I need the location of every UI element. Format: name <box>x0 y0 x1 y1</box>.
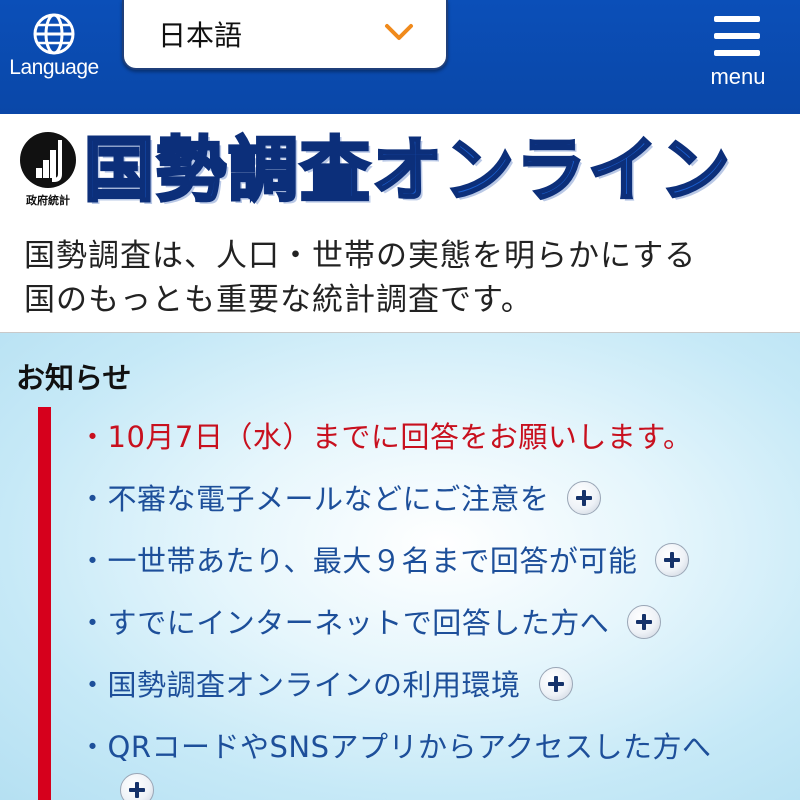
news-heading: お知らせ <box>16 361 132 395</box>
description-text: 国勢調査は、人口・世帯の実態を明らかにする 国のもっとも重要な統計調査です。 <box>24 234 784 322</box>
language-selected-value: 日本語 <box>158 19 243 52</box>
menu-label: menu <box>710 64 766 89</box>
description-line-1: 国勢調査は、人口・世帯の実態を明らかにする <box>24 238 697 274</box>
top-bar: Language 日本語 menu <box>0 0 800 114</box>
expand-plus-icon[interactable] <box>120 773 154 800</box>
language-button[interactable]: Language <box>0 0 108 114</box>
expand-plus-icon[interactable] <box>655 543 690 577</box>
news-item-text: ・10月7日（水）までに回答をお願いします。 <box>78 420 693 454</box>
language-label: Language <box>9 56 99 79</box>
government-statistics-label: 政府統計 <box>26 194 70 207</box>
site-description: 国勢調査は、人口・世帯の実態を明らかにする 国のもっとも重要な統計調査です。 <box>0 224 800 333</box>
expand-plus-icon[interactable] <box>627 605 662 639</box>
expand-plus-icon[interactable] <box>567 481 602 515</box>
news-item-text: ・不審な電子メールなどにご注意を <box>78 482 550 516</box>
news-item-environment[interactable]: ・国勢調査オンラインの利用環境 <box>78 665 573 705</box>
description-line-2: 国のもっとも重要な統計調査です。 <box>24 282 533 318</box>
language-select[interactable]: 日本語 <box>122 0 448 70</box>
hamburger-icon <box>714 16 760 67</box>
chevron-down-icon <box>385 24 413 40</box>
site-title: 国勢調査オンライン <box>83 128 732 213</box>
news-accent-bar <box>38 407 51 800</box>
news-item-text: ・すでにインターネットで回答した方へ <box>78 606 610 640</box>
news-section: お知らせ ・10月7日（水）までに回答をお願いします。 ・不審な電子メールなどに… <box>0 333 800 800</box>
news-item-text: ・国勢調査オンラインの利用環境 <box>78 668 521 702</box>
news-item-suspicious-email[interactable]: ・不審な電子メールなどにご注意を <box>78 479 602 519</box>
news-item-qr-sns[interactable]: ・QRコードやSNSアプリからアクセスした方へ <box>78 727 712 767</box>
news-item-text: ・一世帯あたり、最大９名まで回答が可能 <box>78 544 638 578</box>
menu-button[interactable]: menu <box>698 10 778 100</box>
logo-band: 政府統計 国勢調査オンライン <box>0 114 800 224</box>
news-item-deadline[interactable]: ・10月7日（水）までに回答をお願いします。 <box>78 417 692 457</box>
government-statistics-icon <box>20 132 76 188</box>
news-item-household-limit[interactable]: ・一世帯あたり、最大９名まで回答が可能 <box>78 541 690 581</box>
news-item-already-answered[interactable]: ・すでにインターネットで回答した方へ <box>78 603 662 643</box>
expand-plus-icon[interactable] <box>538 667 573 701</box>
government-statistics-logo: 政府統計 <box>12 130 84 220</box>
news-item-text: ・QRコードやSNSアプリからアクセスした方へ <box>78 730 712 764</box>
globe-icon <box>33 13 75 55</box>
